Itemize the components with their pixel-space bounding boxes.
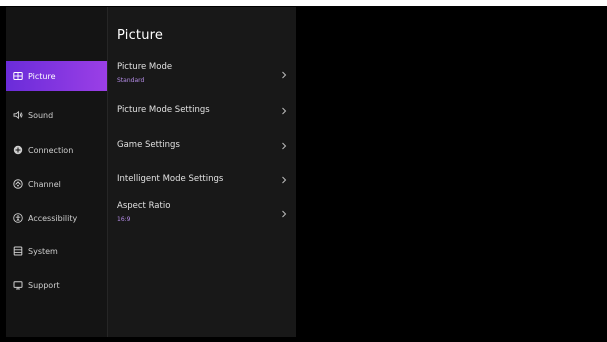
connection-icon [13,145,23,155]
accessibility-icon [13,213,23,223]
sidebar-item-label: Channel [28,179,61,189]
menu-item-value: Standard [117,77,145,84]
sidebar-item-label: Support [28,280,60,290]
sidebar-item-system[interactable]: System [6,236,107,266]
tv-settings-screen: Picture Sound Connection Channel Accessi [0,0,607,342]
menu-item-picture-mode[interactable]: Picture Mode Standard [108,57,296,97]
menu-item-label: Intelligent Mode Settings [117,174,224,184]
sidebar-item-label: Accessibility [28,213,78,223]
chevron-right-icon [280,107,288,115]
menu-item-value: 16:9 [117,216,131,223]
chevron-right-icon [280,210,288,218]
settings-sidebar: Picture Sound Connection Channel Accessi [6,7,107,337]
menu-item-game-settings[interactable]: Game Settings [108,133,296,163]
picture-icon [13,71,23,81]
menu-item-label: Picture Mode Settings [117,105,210,115]
chevron-right-icon [280,176,288,184]
chevron-right-icon [280,142,288,150]
sidebar-item-label: Sound [28,110,54,120]
menu-item-label: Aspect Ratio [117,201,171,211]
sidebar-item-picture[interactable]: Picture [6,61,107,91]
sidebar-item-label: Connection [28,145,74,155]
sidebar-item-sound[interactable]: Sound [6,100,107,130]
sidebar-item-label: Picture [28,71,56,81]
menu-item-label: Picture Mode [117,62,173,72]
chevron-right-icon [280,71,288,79]
menu-item-label: Game Settings [117,140,180,150]
picture-menu-panel: Picture Picture Mode Standard Picture Mo… [108,7,296,337]
menu-item-aspect-ratio[interactable]: Aspect Ratio 16:9 [108,198,296,234]
system-icon [13,246,23,256]
top-edge-strip [0,0,607,6]
channel-icon [13,179,23,189]
sidebar-item-accessibility[interactable]: Accessibility [6,203,107,233]
sidebar-item-connection[interactable]: Connection [6,135,107,165]
sidebar-item-support[interactable]: Support [6,270,107,300]
menu-item-intelligent-mode-settings[interactable]: Intelligent Mode Settings [108,167,296,197]
menu-item-picture-mode-settings[interactable]: Picture Mode Settings [108,98,296,128]
sound-icon [13,110,23,120]
page-title: Picture [117,28,164,43]
sidebar-item-label: System [28,246,58,256]
support-icon [13,280,23,290]
sidebar-item-channel[interactable]: Channel [6,169,107,199]
